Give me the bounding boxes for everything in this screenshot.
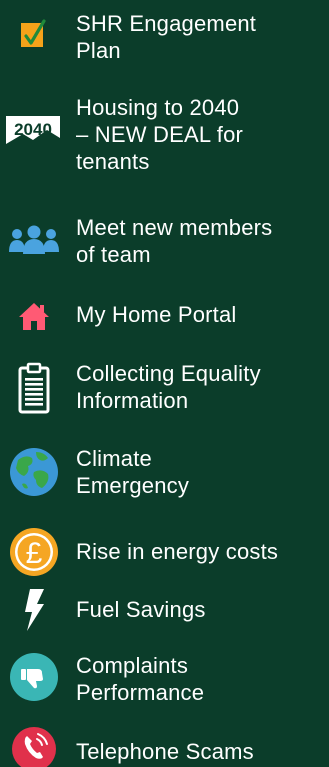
svg-text:2040: 2040 (14, 120, 52, 139)
menu-item-rise-in-energy-costs[interactable]: £ Rise in energy costs (0, 524, 329, 580)
menu-item-climate-emergency[interactable]: Climate Emergency (0, 440, 329, 504)
housing-2040-icon: 2040 (0, 110, 68, 150)
menu-item-shr-engagement-plan[interactable]: SHR Engagement Plan (0, 6, 329, 66)
home-icon (0, 296, 68, 336)
menu-item-label: Telephone Scams (76, 739, 254, 764)
menu-item-meet-new-members[interactable]: Meet new members of team (0, 210, 329, 270)
menu-item-label: Rise in energy costs (76, 539, 279, 564)
checkbox-icon (0, 14, 68, 54)
menu-item-label: Housing to 2040 – NEW DEAL for tenants (76, 95, 244, 174)
phone-icon (0, 725, 68, 767)
menu-item-label: SHR Engagement Plan (76, 11, 257, 63)
pound-icon: £ (0, 524, 68, 580)
menu-item-my-home-portal[interactable]: My Home Portal (0, 296, 329, 336)
menu-item-label: My Home Portal (76, 302, 237, 327)
thumbs-down-icon (0, 652, 68, 704)
menu-item-collecting-equality-information[interactable]: Collecting Equality Information (0, 356, 329, 420)
menu-item-label: Meet new members of team (76, 215, 273, 267)
svg-text:£: £ (26, 537, 43, 570)
menu-item-label: Climate Emergency (76, 446, 190, 498)
menu-item-fuel-savings[interactable]: Fuel Savings (0, 588, 329, 632)
lightning-icon (0, 588, 68, 632)
earth-icon (0, 442, 68, 502)
menu-item-label: Collecting Equality Information (76, 361, 261, 413)
clipboard-icon (0, 358, 68, 418)
menu-list: SHR Engagement Plan 2040 Housing to 2040… (0, 0, 329, 767)
menu-item-telephone-scams[interactable]: Telephone Scams (0, 725, 329, 767)
menu-item-complaints-performance[interactable]: Complaints Performance (0, 648, 329, 708)
menu-item-label: Complaints Performance (76, 653, 205, 705)
team-icon (0, 220, 68, 260)
menu-item-label: Fuel Savings (76, 597, 206, 622)
menu-item-housing-to-2040[interactable]: 2040 Housing to 2040 – NEW DEAL for tena… (0, 94, 329, 186)
